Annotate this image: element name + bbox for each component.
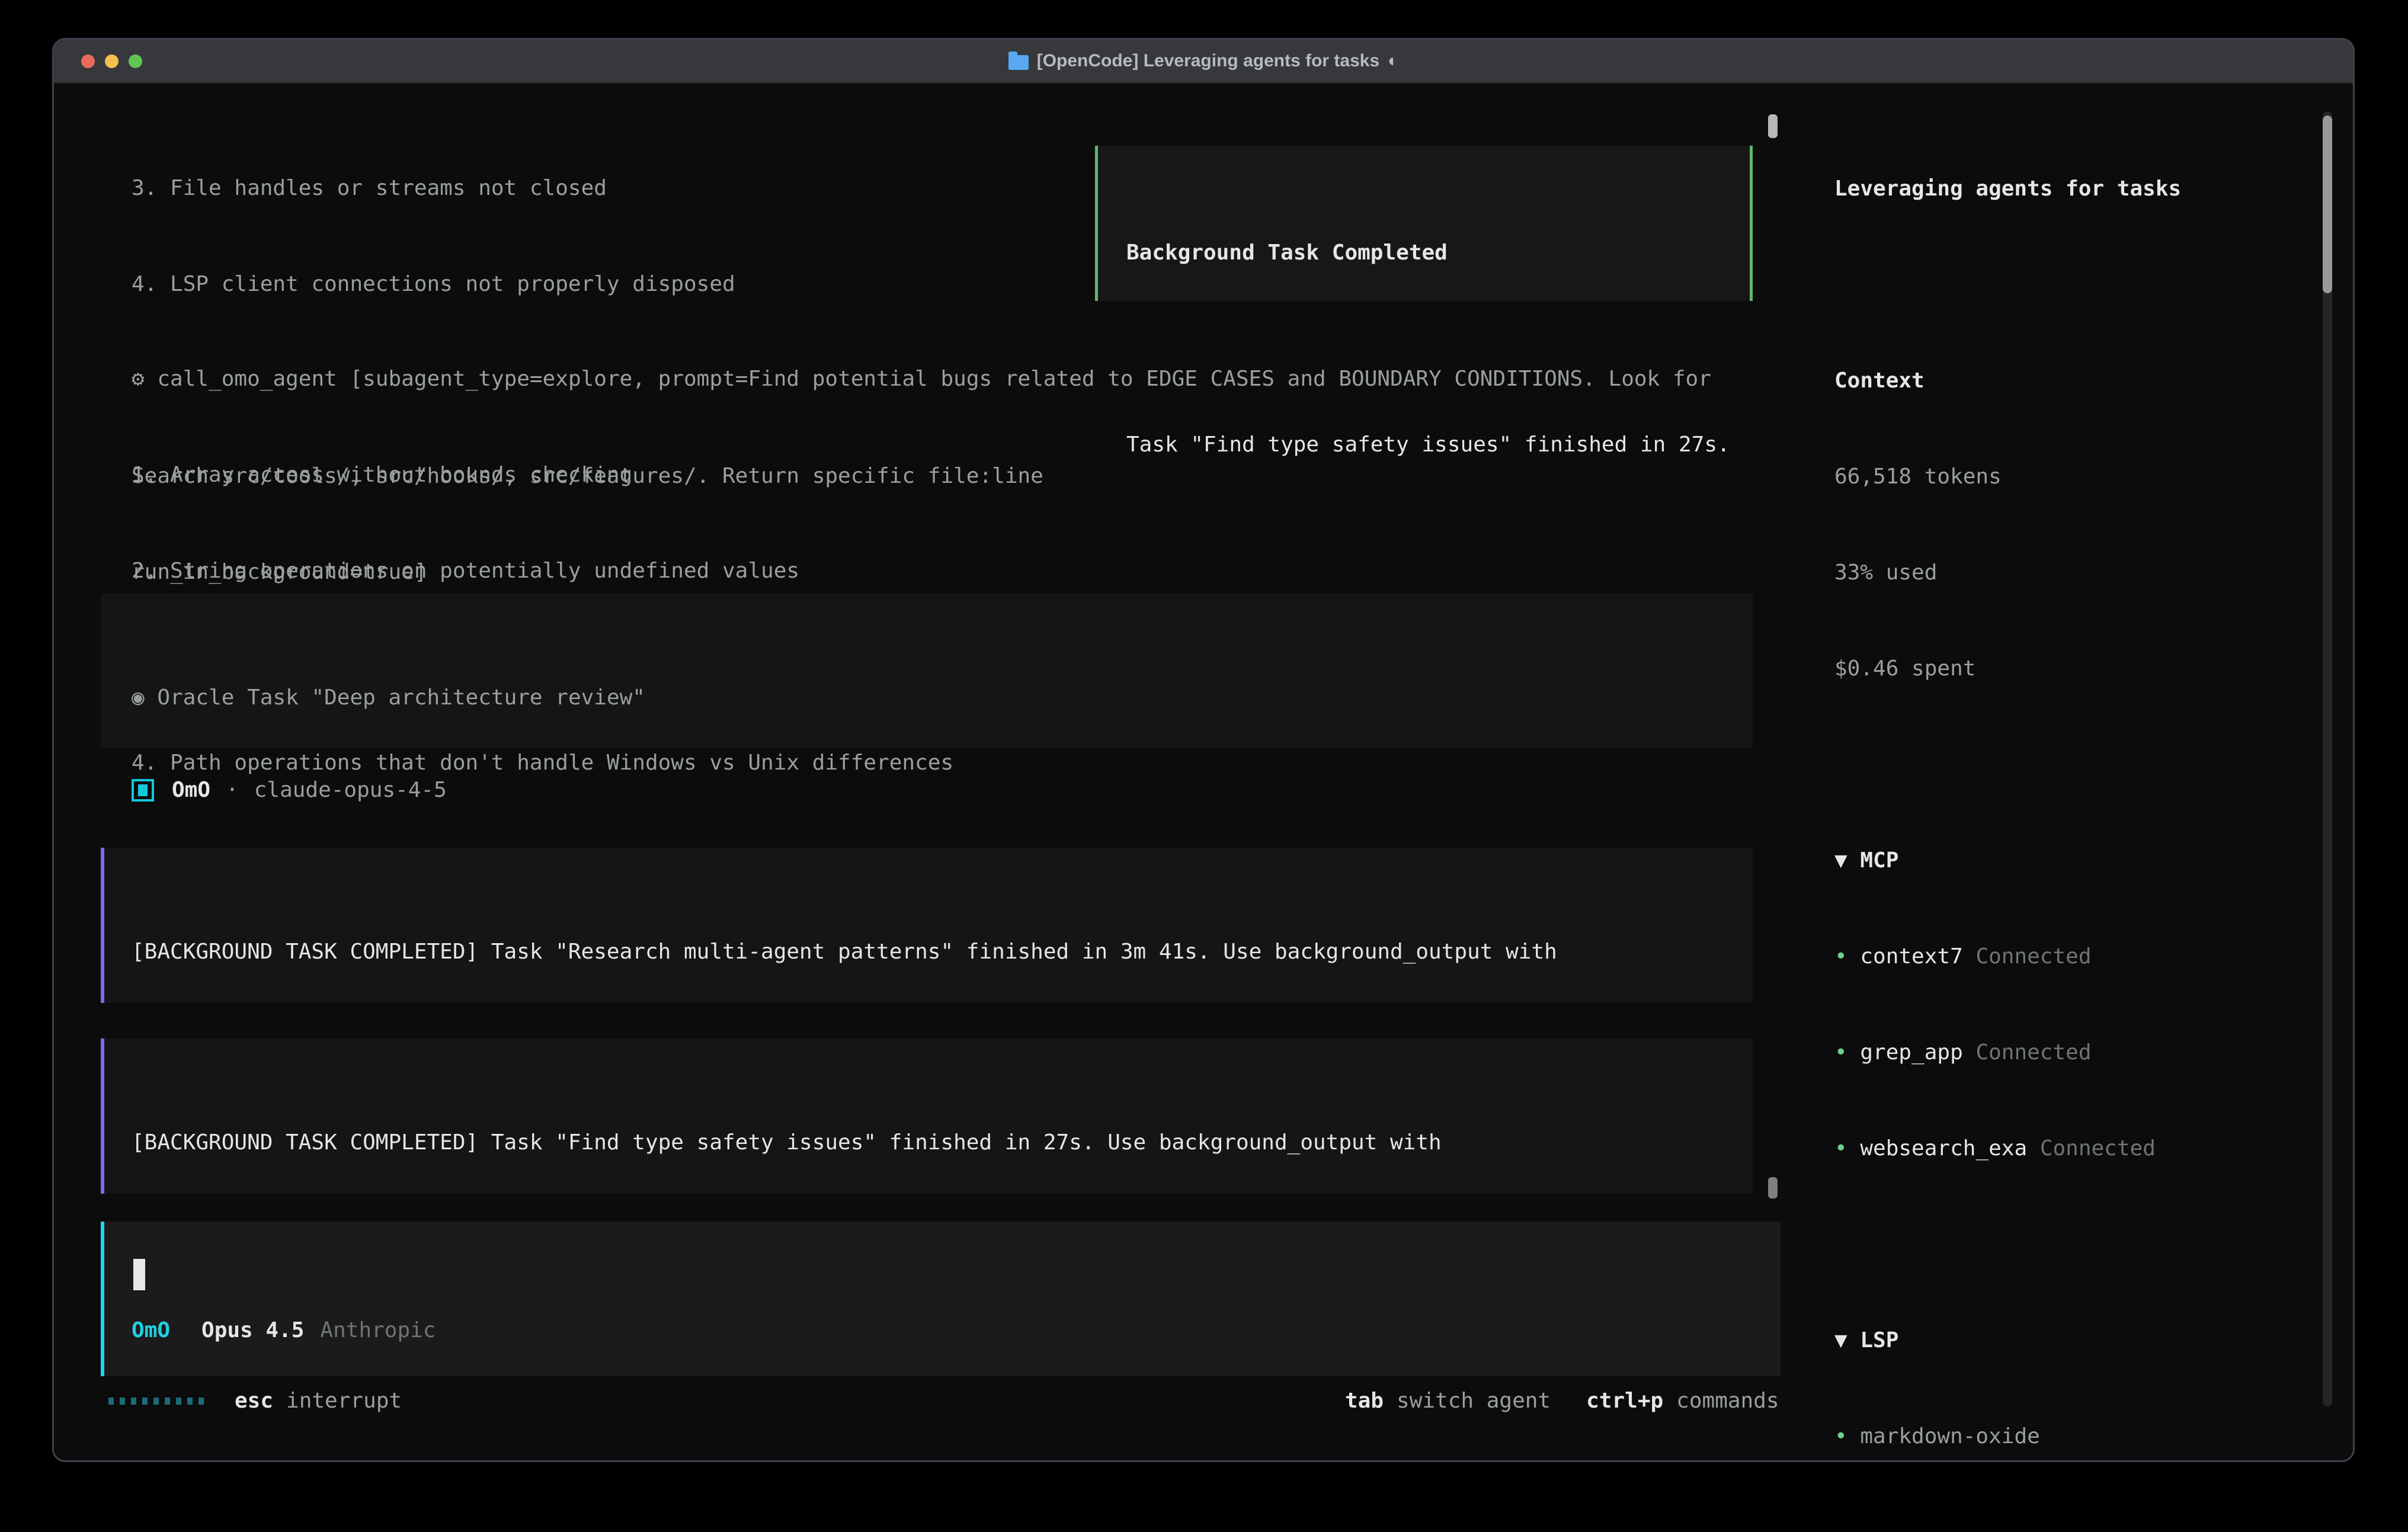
- task-line: [BACKGROUND TASK COMPLETED] Task "Find t…: [132, 1127, 1753, 1159]
- tool-call-line: call_omo_agent [subagent_type=explore, p…: [157, 367, 1711, 391]
- scrollbar-thumb[interactable]: [1768, 1177, 1778, 1198]
- minimize-button[interactable]: [105, 55, 119, 68]
- input-model: Opus 4.5: [201, 1315, 304, 1347]
- task-message-2[interactable]: [BACKGROUND TASK COMPLETED] Task "Find t…: [101, 1039, 1753, 1194]
- session-title: Leveraging agents for tasks: [1834, 173, 2353, 205]
- agent-name: OmO: [172, 774, 210, 806]
- task-message-1[interactable]: [BACKGROUND TASK COMPLETED] Task "Resear…: [101, 848, 1753, 1003]
- prompt-input[interactable]: OmO Opus 4.5 Anthropic: [101, 1222, 1781, 1376]
- mcp-section-header[interactable]: MCP: [1834, 845, 2353, 877]
- tool-call-line: 1. Array access without bounds checking: [132, 459, 1711, 491]
- context-heading: Context: [1834, 365, 2353, 397]
- scrollbar-thumb[interactable]: [1768, 114, 1778, 138]
- half-circle-icon: ◐: [1388, 51, 1398, 71]
- traffic-lights: [81, 55, 142, 68]
- oracle-label: Oracle Task "Deep architecture review": [157, 685, 645, 710]
- agent-header: OmO · claude-opus-4-5: [132, 774, 447, 807]
- context-used: 33% used: [1834, 557, 2353, 589]
- input-provider: Anthropic: [320, 1315, 436, 1347]
- tab-label: switch agent: [1397, 1385, 1551, 1417]
- context-spent: $0.46 spent: [1834, 653, 2353, 685]
- scrollback-line: 4. LSP client connections not properly d…: [132, 268, 1043, 300]
- zoom-button[interactable]: [129, 55, 142, 68]
- oracle-icon: ◉: [132, 685, 145, 710]
- separator-dot: ·: [226, 774, 239, 806]
- folder-icon: [1008, 55, 1029, 70]
- lsp-item: markdown-oxide: [1834, 1421, 2353, 1453]
- cmd-key: ctrl+p: [1586, 1385, 1663, 1417]
- spinner-icon: [108, 1398, 204, 1405]
- context-tokens: 66,518 tokens: [1834, 461, 2353, 493]
- checkbox-icon: [132, 779, 154, 802]
- esc-key: esc: [235, 1385, 273, 1417]
- tab-key: tab: [1345, 1385, 1384, 1417]
- esc-label: interrupt: [286, 1385, 402, 1417]
- opencode-window: [OpenCode] Leveraging agents for tasks ◐…: [52, 38, 2355, 1462]
- statusbar-right: tab switch agent ctrl+p commands: [1345, 1385, 1779, 1417]
- window-title-text: [OpenCode] Leveraging agents for tasks: [1037, 51, 1379, 71]
- oracle-task-panel[interactable]: ◉ Oracle Task "Deep architecture review"…: [101, 594, 1753, 748]
- gear-icon: ⚙: [132, 367, 145, 391]
- cmd-label: commands: [1676, 1385, 1779, 1417]
- scrollback-line: 3. File handles or streams not closed: [132, 172, 1043, 204]
- toast-title: Background Task Completed: [1126, 237, 1750, 269]
- close-button[interactable]: [81, 55, 95, 68]
- agent-model: claude-opus-4-5: [254, 774, 447, 806]
- input-agent-name: OmO: [132, 1315, 170, 1347]
- titlebar[interactable]: [OpenCode] Leveraging agents for tasks ◐: [54, 40, 2353, 84]
- sidebar: Leveraging agents for tasks Context 66,5…: [1813, 84, 2353, 1460]
- tool-call-line: 2. String operations on potentially unde…: [132, 555, 1711, 587]
- task-line: [BACKGROUND TASK COMPLETED] Task "Resear…: [132, 936, 1753, 968]
- mcp-item: websearch_exa Connected: [1834, 1133, 2353, 1165]
- sidebar-scrollbar-track[interactable]: [2323, 111, 2332, 1406]
- window-title: [OpenCode] Leveraging agents for tasks ◐: [1008, 51, 1399, 71]
- lsp-section-header[interactable]: LSP: [1834, 1325, 2353, 1357]
- mcp-item: grep_app Connected: [1834, 1037, 2353, 1069]
- sidebar-scrollbar-thumb[interactable]: [2323, 116, 2332, 293]
- statusbar-left: esc interrupt: [108, 1385, 402, 1417]
- text-cursor: [133, 1259, 145, 1290]
- background-task-toast[interactable]: Background Task Completed Task "Find typ…: [1095, 146, 1753, 301]
- mcp-item: context7 Connected: [1834, 941, 2353, 973]
- terminal-content: 3. File handles or streams not closed 4.…: [54, 84, 2353, 1460]
